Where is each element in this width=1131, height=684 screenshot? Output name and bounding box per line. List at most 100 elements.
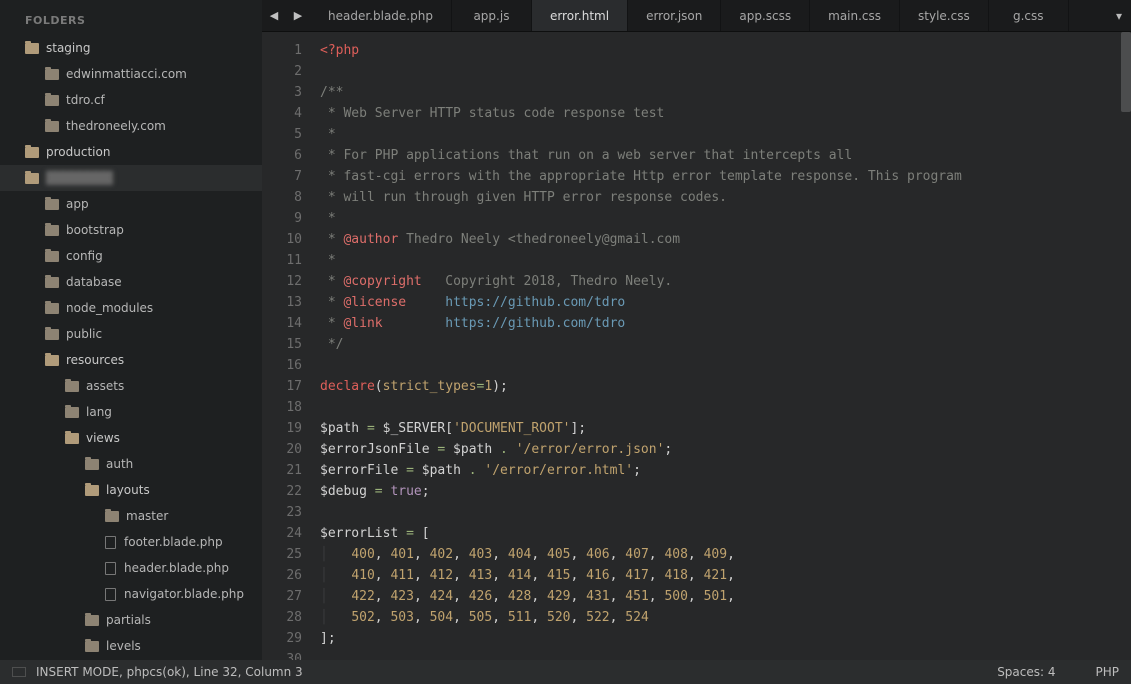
code-line[interactable]: $errorList = [ (320, 523, 1131, 544)
folder-item[interactable]: master (0, 503, 262, 529)
tab[interactable]: main.css (810, 0, 900, 31)
line-number: 10 (262, 229, 302, 250)
code-line[interactable]: * @author Thedro Neely <thedroneely@gmai… (320, 229, 1131, 250)
code-line[interactable]: * Web Server HTTP status code response t… (320, 103, 1131, 124)
tab[interactable]: app.scss (721, 0, 810, 31)
line-number: 25 (262, 544, 302, 565)
tab[interactable]: header.blade.php (310, 0, 452, 31)
code-line[interactable]: $debug = true; (320, 481, 1131, 502)
tab[interactable]: app.js (452, 0, 532, 31)
tree-item-label: layouts (106, 483, 150, 497)
folder-item[interactable]: resources (0, 347, 262, 373)
code-line[interactable]: * @link https://github.com/tdro (320, 313, 1131, 334)
file-item[interactable]: navigator.blade.php (0, 581, 262, 607)
code-line[interactable] (320, 502, 1131, 523)
code-line[interactable]: │ 410, 411, 412, 413, 414, 415, 416, 417… (320, 565, 1131, 586)
status-icon (12, 667, 26, 677)
folder-item[interactable]: levels (0, 633, 262, 659)
tab[interactable]: g.css (989, 0, 1069, 31)
folder-item[interactable]: thedroneely.com (0, 113, 262, 139)
line-number: 29 (262, 628, 302, 649)
folder-icon (25, 43, 39, 54)
folder-item[interactable]: edwinmattiacci.com (0, 61, 262, 87)
folder-item[interactable]: tdro.cf (0, 87, 262, 113)
code-line[interactable]: */ (320, 334, 1131, 355)
folder-icon (45, 251, 59, 262)
folder-item[interactable]: production (0, 139, 262, 165)
tree-item-label: lang (86, 405, 112, 419)
line-number: 2 (262, 61, 302, 82)
code-line[interactable]: │ 422, 423, 424, 426, 428, 429, 431, 451… (320, 586, 1131, 607)
code-line[interactable]: │ 400, 401, 402, 403, 404, 405, 406, 407… (320, 544, 1131, 565)
code-line[interactable]: * @license https://github.com/tdro (320, 292, 1131, 313)
code-line[interactable]: $path = $_SERVER['DOCUMENT_ROOT']; (320, 418, 1131, 439)
tree-item-label: master (126, 509, 168, 523)
line-number: 18 (262, 397, 302, 418)
folder-item[interactable]: bootstrap (0, 217, 262, 243)
folder-item[interactable]: assets (0, 373, 262, 399)
code-line[interactable]: declare(strict_types=1); (320, 376, 1131, 397)
code-line[interactable] (320, 355, 1131, 376)
line-number: 28 (262, 607, 302, 628)
line-number: 4 (262, 103, 302, 124)
tab-nav-prev[interactable]: ◀ (262, 0, 286, 31)
code-area[interactable]: <?php /** * Web Server HTTP status code r… (312, 32, 1131, 660)
file-tree: stagingedwinmattiacci.com tdro.cf thedrone… (0, 35, 262, 659)
folder-item[interactable]: config (0, 243, 262, 269)
tab[interactable]: error.html (532, 0, 628, 31)
code-line[interactable]: * (320, 208, 1131, 229)
folder-icon (25, 173, 39, 184)
folder-icon (45, 303, 59, 314)
folder-item[interactable]: ████████ (0, 165, 262, 191)
code-line[interactable]: * @copyright Copyright 2018, Thedro Neel… (320, 271, 1131, 292)
code-line[interactable]: $errorFile = $path . '/error/error.html'… (320, 460, 1131, 481)
scrollbar-thumb[interactable] (1121, 32, 1131, 112)
code-line[interactable]: * (320, 250, 1131, 271)
folder-item[interactable]: database (0, 269, 262, 295)
code-line[interactable]: │ 502, 503, 504, 505, 511, 520, 522, 524 (320, 607, 1131, 628)
folder-item[interactable]: layouts (0, 477, 262, 503)
line-number: 5 (262, 124, 302, 145)
folder-icon (45, 199, 59, 210)
tab[interactable]: error.json (628, 0, 721, 31)
tree-item-label: tdro.cf (66, 93, 105, 107)
gutter: 1234567891011121314151617181920212223242… (262, 32, 312, 660)
code-line[interactable]: <?php (320, 40, 1131, 61)
line-number: 3 (262, 82, 302, 103)
status-lang[interactable]: PHP (1096, 665, 1120, 679)
folder-item[interactable]: views (0, 425, 262, 451)
line-number: 24 (262, 523, 302, 544)
code-line[interactable]: $errorJsonFile = $path . '/error/error.j… (320, 439, 1131, 460)
code-line[interactable]: /** (320, 82, 1131, 103)
folder-item[interactable]: app (0, 191, 262, 217)
code-line[interactable] (320, 61, 1131, 82)
folder-item[interactable]: staging (0, 35, 262, 61)
tree-item-label: auth (106, 457, 133, 471)
file-item[interactable]: header.blade.php (0, 555, 262, 581)
line-number: 20 (262, 439, 302, 460)
line-number: 23 (262, 502, 302, 523)
tab-overflow-icon[interactable]: ▾ (1107, 0, 1131, 31)
code-line[interactable]: * fast-cgi errors with the appropriate H… (320, 166, 1131, 187)
code-line[interactable]: ]; (320, 628, 1131, 649)
folder-item[interactable]: public (0, 321, 262, 347)
editor[interactable]: 1234567891011121314151617181920212223242… (262, 32, 1131, 660)
code-line[interactable]: * For PHP applications that run on a web… (320, 145, 1131, 166)
tab[interactable]: style.css (900, 0, 989, 31)
folder-icon (85, 615, 99, 626)
folder-item[interactable]: auth (0, 451, 262, 477)
code-line[interactable] (320, 397, 1131, 418)
folder-icon (45, 95, 59, 106)
folder-icon (105, 511, 119, 522)
tree-item-label: levels (106, 639, 141, 653)
folder-item[interactable]: partials (0, 607, 262, 633)
status-spaces[interactable]: Spaces: 4 (997, 665, 1055, 679)
line-number: 6 (262, 145, 302, 166)
file-item[interactable]: footer.blade.php (0, 529, 262, 555)
tab-nav-next[interactable]: ▶ (286, 0, 310, 31)
code-line[interactable]: * will run through given HTTP error resp… (320, 187, 1131, 208)
folder-item[interactable]: node_modules (0, 295, 262, 321)
folder-item[interactable]: lang (0, 399, 262, 425)
code-line[interactable]: * (320, 124, 1131, 145)
line-number: 11 (262, 250, 302, 271)
